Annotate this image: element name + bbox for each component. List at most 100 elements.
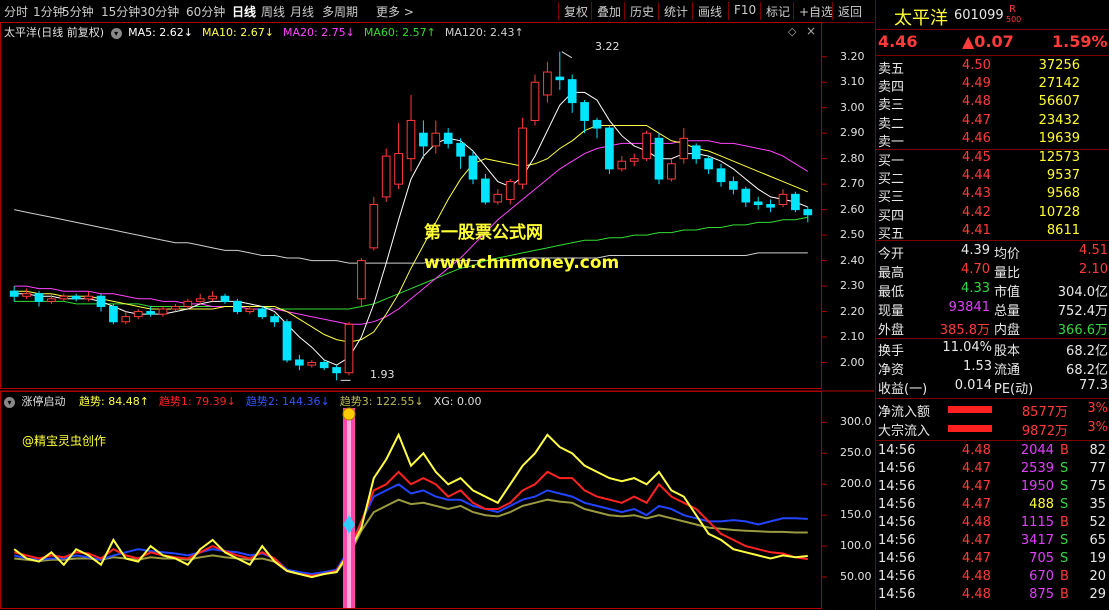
- tick-row[interactable]: 14:56 4.48 875 B 29: [876, 587, 1109, 605]
- order-book-price: 4.47: [962, 112, 991, 128]
- close-icon[interactable]: ×: [806, 24, 816, 38]
- indicator-legend-item: 趋势3: 122.55↓: [339, 395, 424, 408]
- toolbar-button-8[interactable]: 返回: [838, 3, 862, 20]
- tick-row[interactable]: 14:56 4.47 3417 S 65: [876, 533, 1109, 551]
- stats-value: 304.0亿: [1057, 285, 1108, 300]
- tick-count: 77: [1089, 461, 1106, 476]
- toolbar-separator: [692, 2, 693, 20]
- tick-row[interactable]: 14:56 4.47 2539 S 77: [876, 461, 1109, 479]
- candle-body: [567, 79, 577, 104]
- toolbar-button-0[interactable]: 复权: [564, 3, 588, 20]
- price-axis-label: 2.90: [840, 126, 865, 140]
- tick-row[interactable]: 14:56 4.48 1115 B 52: [876, 515, 1109, 533]
- tick-row[interactable]: 14:56 4.47 705 S 19: [876, 551, 1109, 569]
- toolbar-button-2[interactable]: 历史: [630, 3, 654, 20]
- tick-row[interactable]: 14:56 4.48 2044 B 82: [876, 443, 1109, 461]
- stock-header: 太平洋 601099 R 500: [876, 4, 1109, 29]
- toolbar-button-3[interactable]: 统计: [664, 3, 688, 20]
- stats-label: 最低: [878, 285, 905, 300]
- order-book-row[interactable]: 卖二 4.47 23432: [876, 112, 1109, 132]
- candle-body: [9, 290, 19, 297]
- order-book-price: 4.49: [962, 76, 991, 92]
- collapse-icon[interactable]: ▾: [110, 28, 122, 39]
- indicator-legend-item: XG: 0.00: [433, 395, 482, 408]
- period-tab-4[interactable]: 30分钟: [140, 3, 179, 20]
- toolbar-separator: [558, 2, 559, 20]
- period-tab-7[interactable]: 周线: [261, 3, 285, 20]
- toolbar-separator: [728, 2, 729, 20]
- candle-body: [580, 102, 589, 121]
- tick-count: 20: [1089, 569, 1106, 584]
- candle-body: [307, 362, 317, 366]
- candle-body: [332, 367, 341, 374]
- period-tab-10[interactable]: 更多 >: [376, 3, 414, 20]
- toolbar-button-4[interactable]: 画线: [698, 3, 722, 20]
- tick-row[interactable]: 14:56 4.47 1950 S 75: [876, 479, 1109, 497]
- period-tab-5[interactable]: 60分钟: [186, 3, 225, 20]
- order-book-row[interactable]: 卖五 4.50 37256: [876, 58, 1109, 77]
- order-book-row[interactable]: 买三 4.43 9568: [876, 186, 1109, 206]
- candle-body: [208, 295, 217, 300]
- tick-direction: B: [1060, 515, 1069, 530]
- candle-body: [555, 76, 565, 81]
- toolbar-button-7[interactable]: +自选: [799, 3, 833, 20]
- diamond-icon[interactable]: ◇: [788, 25, 796, 38]
- order-book-row[interactable]: 买二 4.44 9537: [876, 168, 1109, 187]
- toolbar-button-5[interactable]: F10: [734, 3, 756, 17]
- order-book-row[interactable]: 卖一 4.46 19639: [876, 131, 1109, 150]
- period-tab-2[interactable]: 5分钟: [62, 3, 94, 20]
- high-arrow: [561, 51, 573, 59]
- tick-row[interactable]: 14:56 4.47 488 S 35: [876, 497, 1109, 515]
- order-book-row[interactable]: 买一 4.45 12573: [876, 150, 1109, 169]
- order-book-row[interactable]: 买四 4.42 10728: [876, 205, 1109, 224]
- kline-chart[interactable]: [0, 22, 874, 610]
- candle-body: [642, 132, 651, 160]
- order-book-row[interactable]: 卖三 4.48 56607: [876, 94, 1109, 113]
- candle-body: [766, 204, 775, 208]
- order-book-volume: 37256: [1038, 58, 1080, 73]
- period-tab-3[interactable]: 15分钟: [101, 3, 140, 20]
- tick-row[interactable]: 14:56 4.48 670 B 20: [876, 569, 1109, 587]
- order-book-volume: 9537: [1046, 168, 1080, 184]
- period-tab-0[interactable]: 分时: [4, 3, 28, 20]
- period-tab-9[interactable]: 多周期: [322, 3, 358, 20]
- tick-direction: S: [1060, 497, 1069, 512]
- candle-body: [96, 295, 106, 307]
- toolbar-separator: [624, 2, 625, 20]
- order-book-row[interactable]: 买五 4.41 8611: [876, 223, 1109, 242]
- order-book-price: 4.50: [962, 58, 991, 73]
- stats-value: 4.70: [961, 262, 990, 277]
- fundamental-row: 净资 1.53 流通 68.2亿: [876, 359, 1109, 378]
- order-book-label: 买三: [878, 190, 905, 206]
- candle-body: [121, 316, 131, 323]
- candle-body: [34, 293, 44, 302]
- tick-time: 14:56: [878, 533, 916, 548]
- tick-price: 4.47: [962, 551, 991, 566]
- order-book-volume: 9568: [1046, 186, 1080, 202]
- period-tab-8[interactable]: 月线: [290, 3, 314, 20]
- order-book-row[interactable]: 卖四 4.49 27142: [876, 76, 1109, 95]
- candle-body: [443, 132, 453, 144]
- period-tab-1[interactable]: 1分钟: [33, 3, 65, 20]
- price-axis-label: 2.50: [840, 228, 865, 242]
- candle-body: [245, 308, 255, 313]
- tick-direction: B: [1060, 587, 1069, 602]
- fundamental-row: 收益(一) 0.014 PE(动) 77.3: [876, 378, 1109, 397]
- money-flow-label: 大宗流入: [878, 424, 931, 439]
- period-tab-6[interactable]: 日线: [232, 3, 256, 20]
- candle-body: [667, 163, 676, 180]
- tick-direction: S: [1060, 533, 1069, 548]
- fundamental-value: 77.3: [1079, 378, 1108, 393]
- last-price: 4.46: [878, 32, 918, 51]
- collapse-icon[interactable]: ▾: [4, 397, 15, 408]
- toolbar-button-1[interactable]: 叠加: [597, 3, 621, 20]
- indicator-title: 涨停启动: [21, 395, 66, 408]
- toolbar-button-6[interactable]: 标记: [766, 3, 790, 20]
- price-axis-label: 2.80: [840, 151, 865, 165]
- stock-badge-num: 500: [1006, 15, 1022, 24]
- stock-badge-r: R: [1009, 4, 1016, 15]
- money-flow-bar: [948, 425, 992, 432]
- price-axis-label: 2.40: [840, 253, 865, 267]
- fundamental-label: 净资: [878, 363, 905, 378]
- tick-count: 75: [1089, 479, 1106, 494]
